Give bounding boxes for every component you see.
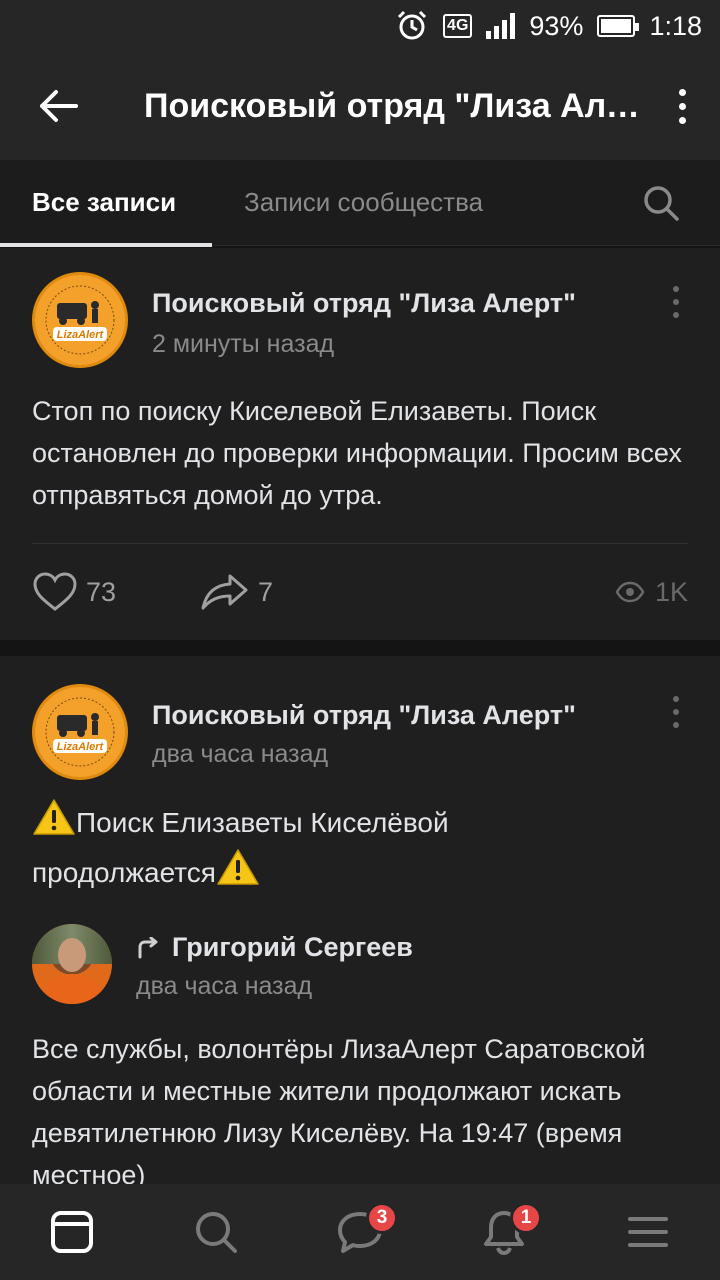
- menu-hamburger-icon: [628, 1217, 668, 1247]
- more-vertical-icon: [673, 696, 679, 728]
- battery-percent: 93%: [529, 10, 584, 41]
- post-author[interactable]: Поисковый отряд "Лиза Алерт": [152, 288, 622, 319]
- more-vertical-icon: [673, 286, 679, 318]
- nav-messages[interactable]: 3: [320, 1192, 400, 1272]
- views-counter: 1K: [615, 577, 688, 608]
- svg-text:LizaAlert: LizaAlert: [57, 741, 105, 753]
- screen: 4G 93% 1:18 Поисковый отряд "Лиза Алерт"…: [0, 0, 720, 1280]
- post-actions: 73 7 1K: [32, 568, 688, 616]
- tab-bar: Все записи Записи сообщества: [0, 160, 720, 247]
- nav-search[interactable]: [176, 1192, 256, 1272]
- alarm-icon: [395, 9, 429, 43]
- network-type: 4G: [443, 14, 473, 38]
- news-feed-icon: [51, 1211, 93, 1253]
- search-button[interactable]: [636, 178, 686, 228]
- view-count: 1K: [654, 576, 688, 607]
- svg-text:LizaAlert: LizaAlert: [57, 329, 105, 341]
- notifications-badge: 1: [510, 1202, 542, 1234]
- share-count: 7: [258, 576, 274, 607]
- post-author[interactable]: Поисковый отряд "Лиза Алерт": [152, 700, 622, 731]
- post-menu-button[interactable]: [664, 688, 688, 736]
- app-bar: Поисковый отряд "Лиза Алерт": [0, 52, 720, 160]
- signal-icon: [486, 13, 516, 39]
- community-avatar[interactable]: LizaAlert: [32, 684, 128, 780]
- liza-alert-logo-icon: LizaAlert: [38, 690, 122, 774]
- post-text: Стоп по поиску Киселевой Елизаветы. Поис…: [32, 396, 682, 510]
- repost-arrow-icon: [138, 936, 158, 958]
- more-vertical-icon: [678, 88, 686, 124]
- repost-time: два часа назад: [136, 972, 313, 1000]
- post-time: два часа назад: [152, 740, 329, 768]
- repost-text: Все службы, волонтёры ЛизаАлерт Саратовс…: [32, 1034, 646, 1190]
- messages-badge: 3: [366, 1202, 398, 1234]
- eye-icon: [615, 581, 645, 603]
- search-icon: [644, 186, 679, 221]
- post-text-line: продолжается: [32, 848, 692, 898]
- warning-icon: [217, 849, 259, 885]
- post-text-line: Поиск Елизаветы Киселёвой: [32, 798, 692, 848]
- more-options-button[interactable]: [644, 52, 720, 160]
- clock: 1:18: [649, 10, 702, 41]
- tab-all-posts[interactable]: Все записи: [0, 160, 212, 247]
- post-time: 2 минуты назад: [152, 330, 335, 358]
- post-card: LizaAlert Поисковый отряд "Лиза Алерт" 2…: [0, 248, 720, 640]
- repost-author[interactable]: Григорий Сергеев: [136, 932, 413, 963]
- heart-icon: [33, 572, 77, 611]
- status-bar: 4G 93% 1:18: [0, 0, 720, 52]
- like-count: 73: [86, 576, 117, 607]
- feed: LizaAlert Поисковый отряд "Лиза Алерт" 2…: [0, 248, 720, 1196]
- liza-alert-logo-icon: LizaAlert: [38, 278, 122, 362]
- tab-community-posts[interactable]: Записи сообщества: [212, 160, 483, 246]
- back-button[interactable]: [0, 52, 116, 160]
- post-card: LizaAlert Поисковый отряд "Лиза Алерт" д…: [0, 656, 720, 1196]
- bottom-navigation: 3 1: [0, 1184, 720, 1280]
- divider: [32, 543, 688, 544]
- share-arrow-icon: [201, 574, 248, 610]
- page-title: Поисковый отряд "Лиза Алерт": [144, 86, 644, 125]
- share-button[interactable]: 7: [200, 572, 273, 612]
- nav-news[interactable]: [32, 1192, 112, 1272]
- like-button[interactable]: 73: [32, 572, 200, 612]
- arrow-left-icon: [40, 90, 78, 122]
- warning-icon: [33, 799, 75, 835]
- nav-notifications[interactable]: 1: [464, 1192, 544, 1272]
- post-text: Поиск Елизаветы Киселёвой продолжается: [32, 798, 692, 898]
- repost-author-avatar[interactable]: [32, 924, 112, 1004]
- nav-menu[interactable]: [608, 1192, 688, 1272]
- community-avatar[interactable]: LizaAlert: [32, 272, 128, 368]
- search-icon: [196, 1212, 237, 1253]
- post-menu-button[interactable]: [664, 278, 688, 326]
- battery-icon: [597, 15, 640, 37]
